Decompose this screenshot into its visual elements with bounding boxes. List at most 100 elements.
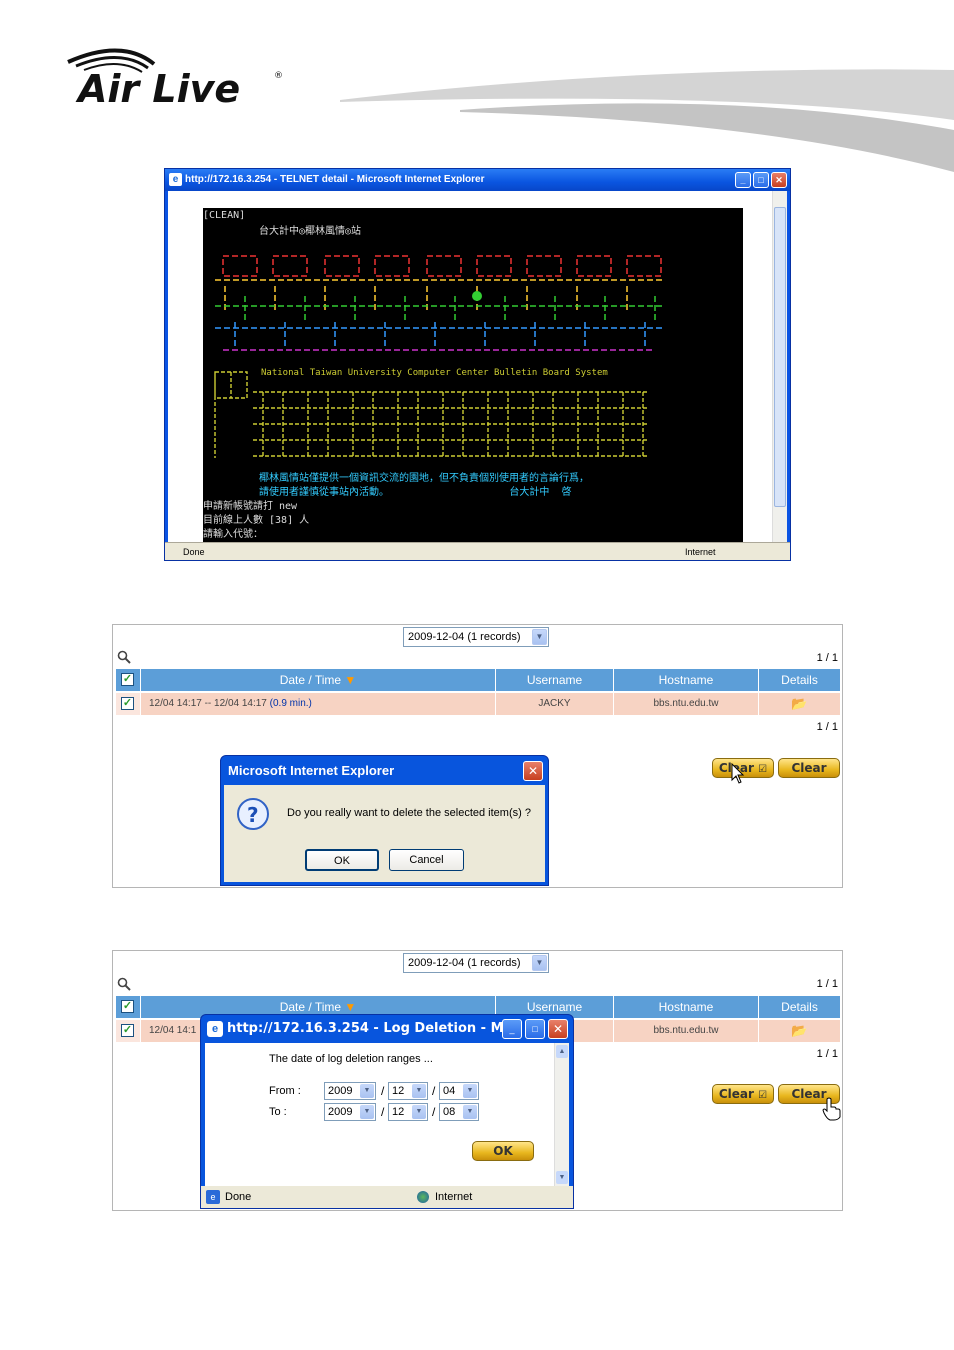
- log-deletion-status-bar: e Done Internet: [201, 1186, 573, 1208]
- col-details: Details: [781, 673, 818, 687]
- question-icon: ?: [236, 797, 270, 834]
- row-duration: (0.9 min.): [269, 698, 312, 709]
- chevron-down-icon: ▼: [532, 629, 547, 645]
- telnet-prompt-2: 目前線上人數 [38] 人: [203, 515, 310, 526]
- col-hostname[interactable]: Hostname: [614, 996, 759, 1018]
- date-separator: /: [432, 1105, 436, 1119]
- scroll-down-icon[interactable]: ▼: [556, 1171, 568, 1184]
- date-select-value: 2009-12-04 (1 records): [408, 957, 521, 969]
- row-datetime: 12/04 14:17 -- 12/04 14:17 (0.9 min.): [141, 693, 496, 715]
- to-month-select[interactable]: 12 ▼: [388, 1103, 428, 1121]
- row-details: 📂: [759, 1020, 840, 1042]
- log-deletion-window: e http://172.16.3.254 - Log Deletion - M…: [200, 1014, 574, 1209]
- airlive-logo: Air Live ®: [62, 44, 292, 114]
- minimize-button[interactable]: _: [735, 172, 751, 188]
- telnet-prompt-3: 請輸入代號：: [203, 529, 263, 540]
- maximize-button[interactable]: □: [525, 1019, 545, 1039]
- header-swoosh-decoration: [340, 60, 954, 180]
- col-datetime[interactable]: Date / Time ▼: [141, 669, 496, 691]
- ie-icon: e: [207, 1021, 223, 1037]
- confirm-message: Do you really want to delete the selecte…: [287, 807, 531, 819]
- confirm-dialog: Microsoft Internet Explorer ✕ ? Do you r…: [220, 755, 549, 886]
- date-select-2[interactable]: 2009-12-04 (1 records) ▼: [403, 953, 549, 973]
- chevron-down-icon: ▼: [532, 955, 547, 971]
- select-all-cell: ✓: [116, 669, 141, 691]
- log-deletion-body: The date of log deletion ranges ... From…: [205, 1043, 569, 1186]
- maximize-button[interactable]: □: [753, 172, 769, 188]
- vertical-scrollbar[interactable]: [772, 191, 787, 542]
- pagination-top: 1 / 1: [816, 652, 838, 664]
- hand-cursor-icon: [821, 1097, 841, 1124]
- ie-icon: e: [169, 173, 182, 186]
- confirm-dialog-title: Microsoft Internet Explorer: [228, 763, 395, 778]
- row-checkbox[interactable]: ✓: [121, 1024, 134, 1037]
- to-day-select[interactable]: 08 ▼: [439, 1103, 479, 1121]
- chevron-down-icon: ▼: [360, 1105, 374, 1119]
- status-internet: Internet: [435, 1191, 473, 1203]
- page-done-icon: e: [206, 1190, 220, 1204]
- pagination-bottom: 1 / 1: [816, 1048, 838, 1060]
- confirm-dialog-body: ? Do you really want to delete the selec…: [224, 785, 545, 882]
- table-header: ✓ Date / Time ▼ Username Hostname Detail…: [116, 669, 840, 691]
- row-hostname: bbs.ntu.edu.tw: [614, 693, 759, 715]
- telnet-detail-window: e http://172.16.3.254 - TELNET detail - …: [164, 168, 791, 561]
- search-icon[interactable]: [117, 977, 131, 991]
- sort-down-icon: ▼: [344, 673, 357, 687]
- from-month-select[interactable]: 12 ▼: [388, 1082, 428, 1100]
- status-done: Done: [183, 547, 205, 557]
- row-details: 📂: [759, 693, 840, 715]
- telnet-window-content: [CLEAN] 台大計中◎椰林風情◎站 National Taiwan Univ…: [168, 191, 787, 543]
- row-hostname: bbs.ntu.edu.tw: [614, 1020, 759, 1042]
- scrollbar-thumb[interactable]: [774, 207, 786, 507]
- to-year-select[interactable]: 2009 ▼: [324, 1103, 376, 1121]
- row-select-cell: ✓: [116, 693, 141, 715]
- chevron-down-icon: ▼: [360, 1084, 374, 1098]
- chevron-down-icon: ▼: [412, 1084, 426, 1098]
- from-day-select[interactable]: 04 ▼: [439, 1082, 479, 1100]
- vertical-scrollbar[interactable]: ▲ ▼: [554, 1043, 569, 1186]
- cancel-button[interactable]: Cancel: [389, 849, 464, 871]
- col-hostname[interactable]: Hostname: [614, 669, 759, 691]
- date-separator: /: [381, 1084, 385, 1098]
- telnet-window-titlebar: e http://172.16.3.254 - TELNET detail - …: [165, 169, 790, 191]
- dialog-close-button[interactable]: ✕: [523, 761, 543, 781]
- minimize-button[interactable]: _: [502, 1019, 522, 1039]
- row-username: JACKY: [496, 693, 614, 715]
- row-checkbox[interactable]: ✓: [121, 697, 134, 710]
- chevron-down-icon: ▼: [463, 1105, 477, 1119]
- status-internet: Internet: [685, 547, 716, 557]
- date-select-1[interactable]: 2009-12-04 (1 records) ▼: [403, 627, 549, 647]
- select-all-checkbox[interactable]: ✓: [121, 1000, 134, 1013]
- details-folder-icon[interactable]: 📂: [791, 1023, 807, 1038]
- col-username[interactable]: Username: [496, 669, 614, 691]
- telnet-notice-1: 椰林風情站僅提供一個資訊交流的園地，但不負責個別使用者的言論行爲，: [259, 473, 589, 484]
- status-done: Done: [225, 1191, 252, 1203]
- telnet-prompt-1: 申請新帳號請打 new: [203, 501, 298, 512]
- checkbox-icon: ☑: [758, 1090, 768, 1101]
- chevron-down-icon: ▼: [412, 1105, 426, 1119]
- telnet-line-site: 台大計中◎椰林風情◎站: [259, 226, 362, 237]
- date-separator: /: [381, 1105, 385, 1119]
- from-year-select[interactable]: 2009 ▼: [324, 1082, 376, 1100]
- pagination-bottom: 1 / 1: [816, 721, 838, 733]
- select-all-checkbox[interactable]: ✓: [121, 673, 134, 686]
- table-row: ✓ 12/04 14:17 -- 12/04 14:17 (0.9 min.) …: [116, 693, 840, 715]
- close-button[interactable]: ✕: [771, 172, 787, 188]
- checkbox-icon: ☑: [758, 764, 768, 775]
- globe-icon: [417, 1191, 429, 1203]
- telnet-window-title: http://172.16.3.254 - TELNET detail - Mi…: [185, 174, 485, 185]
- ok-button[interactable]: OK: [472, 1141, 534, 1161]
- scroll-up-icon[interactable]: ▲: [556, 1045, 568, 1058]
- svg-text:®: ®: [274, 71, 283, 81]
- to-label: To :: [269, 1106, 287, 1118]
- search-icon[interactable]: [117, 650, 131, 664]
- ok-button[interactable]: OK: [305, 849, 379, 871]
- from-label: From :: [269, 1085, 301, 1097]
- clear-selected-button[interactable]: Clear ☑: [712, 1084, 774, 1104]
- clear-range-button[interactable]: Clear: [778, 758, 840, 778]
- svg-text:?: ?: [247, 803, 259, 827]
- deletion-heading: The date of log deletion ranges ...: [269, 1053, 433, 1065]
- telnet-line-clean: [CLEAN]: [203, 210, 246, 221]
- close-button[interactable]: ✕: [548, 1019, 568, 1039]
- details-folder-icon[interactable]: 📂: [791, 696, 807, 711]
